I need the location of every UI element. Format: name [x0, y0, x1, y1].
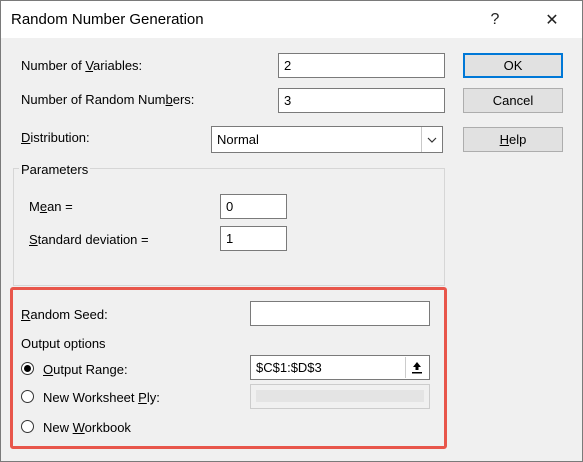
random-number-generation-dialog: Random Number Generation ? ✕ Number of V… [0, 0, 583, 462]
help-icon[interactable]: ? [472, 1, 518, 38]
distribution-value: Normal [217, 132, 259, 147]
distribution-select[interactable]: Normal [211, 126, 443, 153]
cancel-button[interactable]: Cancel [463, 88, 563, 113]
distribution-label: Distribution: [21, 130, 90, 145]
mean-label: Mean = [29, 199, 73, 214]
ok-button[interactable]: OK [463, 53, 563, 78]
title-bar: Random Number Generation ? ✕ [1, 1, 582, 38]
num-random-numbers-label: Number of Random Numbers: [21, 92, 195, 107]
std-deviation-input[interactable]: 1 [220, 226, 287, 251]
num-variables-label: Number of Variables: [21, 58, 143, 73]
num-variables-input[interactable]: 2 [278, 53, 445, 78]
highlight-box [10, 287, 447, 449]
help-button[interactable]: Help [463, 127, 563, 152]
close-icon[interactable]: ✕ [529, 1, 575, 38]
dialog-title: Random Number Generation [11, 11, 204, 28]
num-random-numbers-input[interactable]: 3 [278, 88, 445, 113]
chevron-down-icon[interactable] [421, 127, 442, 152]
mean-input[interactable]: 0 [220, 194, 287, 219]
parameters-title: Parameters [19, 162, 91, 177]
std-deviation-label: Standard deviation = [29, 232, 149, 247]
